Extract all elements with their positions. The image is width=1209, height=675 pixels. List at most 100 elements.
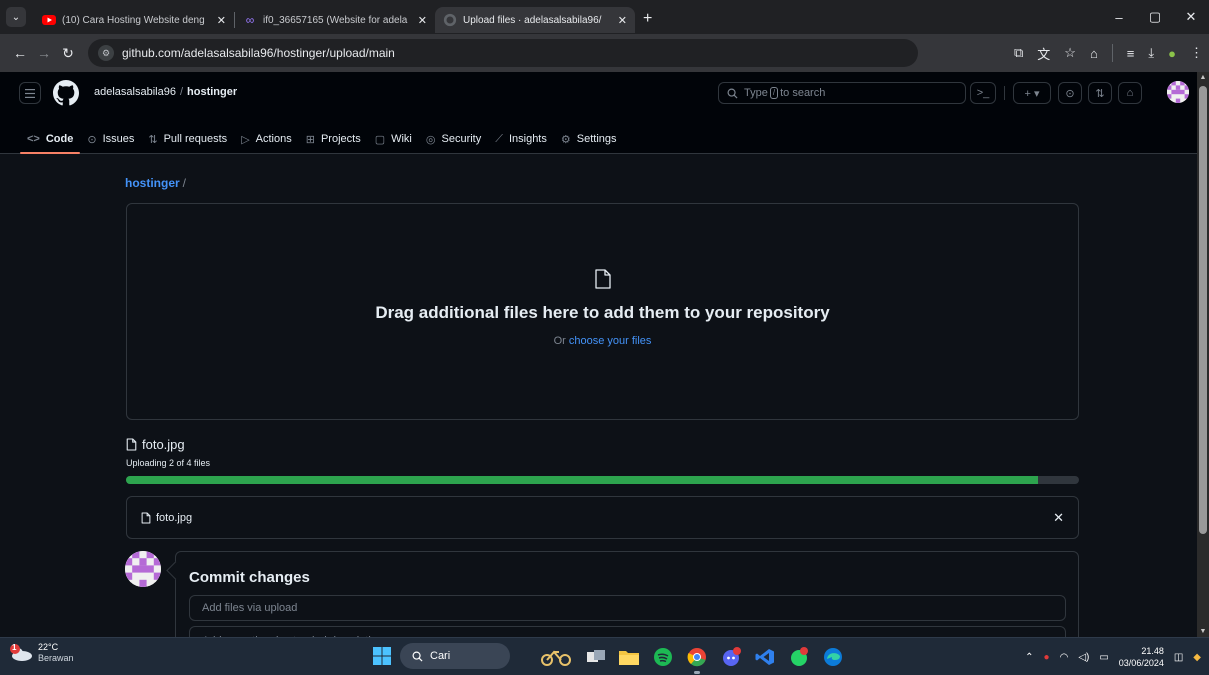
github-icon <box>443 13 457 27</box>
inbox-icon: ⌂ <box>1126 87 1134 99</box>
scrollbar-thumb[interactable] <box>1199 86 1207 534</box>
avatar[interactable] <box>1167 81 1189 103</box>
scroll-down-arrow-icon[interactable]: ▼ <box>1197 628 1209 635</box>
bookmark-star-icon[interactable]: ☆ <box>1064 45 1076 61</box>
running-indicator <box>694 671 700 674</box>
file-drop-zone[interactable]: Drag additional files here to add them t… <box>126 203 1079 420</box>
repo-name-link[interactable]: hostinger <box>187 86 237 98</box>
tab-actions[interactable]: ▷ Actions <box>234 124 299 154</box>
tab-projects[interactable]: ⊞ Projects <box>299 124 368 154</box>
play-icon: ▷ <box>241 133 250 146</box>
inbox-button[interactable]: ⌂ <box>1118 82 1142 104</box>
browser-tab[interactable]: ∞ if0_36657165 (Website for adela ✕ <box>235 7 435 33</box>
file-icon <box>141 512 151 524</box>
browser-extensions: ⧉ 文 ☆ ⌂ ≡ ⤓ ● ⋮ <box>1014 34 1203 72</box>
close-tab-icon[interactable]: ✕ <box>418 14 427 27</box>
tab-pull-requests[interactable]: ⇅ Pull requests <box>141 124 234 154</box>
wifi-icon[interactable]: ◠ <box>1060 652 1069 663</box>
weather-text: 22°C Berawan <box>38 642 74 664</box>
tab-label: Issues <box>102 133 135 145</box>
clock-time: 21.48 <box>1141 646 1164 656</box>
pull-request-icon: ⇅ <box>148 133 158 146</box>
command-palette-button[interactable]: >_ <box>970 82 996 104</box>
bike-app-icon[interactable] <box>538 646 574 668</box>
pull-requests-button[interactable]: ⇅ <box>1088 82 1112 104</box>
reading-list-icon[interactable]: ≡ <box>1127 46 1135 61</box>
copilot-icon[interactable]: ◆ <box>1193 652 1201 663</box>
tab-issues[interactable]: ⊙ Issues <box>80 124 141 154</box>
close-tab-icon[interactable]: ✕ <box>618 14 627 27</box>
clock-date: 03/06/2024 <box>1118 658 1164 668</box>
drop-zone-subtitle: Or choose your files <box>127 335 1078 347</box>
volume-icon[interactable]: ◁) <box>1078 652 1089 663</box>
page-scrollbar[interactable]: ▲ ▼ <box>1197 72 1209 637</box>
restore-button[interactable]: ▢ <box>1137 9 1173 25</box>
breadcrumb-repo-link[interactable]: hostinger <box>125 176 180 190</box>
browser-tab-active[interactable]: Upload files · adelasalsabila96/ ✕ <box>435 7 635 33</box>
profile-icon[interactable]: ● <box>1168 46 1176 61</box>
forward-arrow-icon[interactable]: → <box>32 45 56 61</box>
tab-wiki[interactable]: ▢ Wiki <box>368 124 419 154</box>
remove-file-close-icon[interactable]: ✕ <box>1053 510 1064 526</box>
chevron-up-icon[interactable]: ⌃ <box>1025 652 1033 663</box>
address-bar[interactable]: ⚙ github.com/adelasalsabila96/hostinger/… <box>88 39 918 67</box>
issue-icon: ⊙ <box>87 133 97 146</box>
whatsapp-icon[interactable] <box>788 646 810 668</box>
browser-tab-title: Upload files · adelasalsabila96/ <box>463 14 602 26</box>
github-logo-icon[interactable] <box>53 80 79 106</box>
extensions-icon[interactable]: ⌂ <box>1090 46 1098 61</box>
commit-summary-input[interactable]: Add files via upload <box>189 595 1066 621</box>
tab-insights[interactable]: ⟋ Insights <box>488 124 554 154</box>
search-input[interactable]: Type / to search <box>718 82 966 104</box>
battery-icon[interactable]: ▭ <box>1099 652 1108 663</box>
minimize-button[interactable]: – <box>1101 10 1137 25</box>
tray-app-icon[interactable]: ● <box>1044 652 1050 663</box>
back-arrow-icon[interactable]: ← <box>8 45 32 61</box>
vscode-icon[interactable] <box>754 646 776 668</box>
identicon-icon <box>1167 81 1189 103</box>
issues-button[interactable]: ⊙ <box>1058 82 1082 104</box>
file-icon <box>594 269 612 289</box>
uploading-file-name: foto.jpg <box>142 437 185 452</box>
commit-form: Commit changes Add files via upload Add … <box>175 551 1079 651</box>
create-new-button[interactable]: + ▾ <box>1013 82 1051 104</box>
download-icon[interactable]: ⤓ <box>1148 45 1154 61</box>
taskbar-search[interactable]: Cari <box>400 643 510 669</box>
task-view-icon[interactable] <box>585 646 607 668</box>
tab-label: Pull requests <box>163 133 228 145</box>
issue-circle-icon: ⊙ <box>1065 87 1075 100</box>
reload-icon[interactable]: ↻ <box>56 45 80 62</box>
discord-icon[interactable] <box>720 646 742 668</box>
chrome-icon[interactable] <box>686 646 708 674</box>
weather-widget[interactable]: 1 22°C Berawan <box>8 642 74 664</box>
breadcrumb: hostinger / <box>125 176 186 190</box>
file-explorer-icon[interactable] <box>618 646 640 668</box>
new-tab-button[interactable]: + <box>643 10 652 28</box>
notification-icon[interactable]: ◫ <box>1174 652 1183 663</box>
menu-dots-icon[interactable]: ⋮ <box>1190 45 1203 61</box>
browser-toolbar: ← → ↻ ⚙ github.com/adelasalsabila96/host… <box>0 34 1209 72</box>
pull-request-icon: ⇅ <box>1095 87 1105 100</box>
cast-icon[interactable]: ⧉ <box>1014 45 1023 61</box>
tab-security[interactable]: ◎ Security <box>419 124 488 154</box>
repo-owner-link[interactable]: adelasalsabila96 <box>94 86 176 98</box>
scroll-up-arrow-icon[interactable]: ▲ <box>1197 74 1209 81</box>
choose-files-link[interactable]: choose your files <box>569 335 652 347</box>
tab-search-button[interactable]: ⌄ <box>6 7 26 27</box>
drop-zone-or: Or <box>553 335 566 347</box>
site-info-icon[interactable]: ⚙ <box>98 45 114 61</box>
tab-code[interactable]: <> Code <box>20 124 81 154</box>
clock[interactable]: 21.48 03/06/2024 <box>1119 645 1164 669</box>
browser-tab[interactable]: (10) Cara Hosting Website deng ✕ <box>34 7 234 33</box>
spotify-icon[interactable] <box>652 646 674 668</box>
edge-icon[interactable] <box>822 646 844 668</box>
uploading-file: foto.jpg <box>126 437 185 452</box>
close-tab-icon[interactable]: ✕ <box>217 14 226 27</box>
hamburger-menu-button[interactable] <box>19 82 41 104</box>
start-button[interactable] <box>373 647 391 665</box>
browser-tab-title: (10) Cara Hosting Website deng <box>62 14 205 26</box>
system-tray: ⌃ ● ◠ ◁) ▭ 21.48 03/06/2024 ◫ ◆ <box>1025 642 1201 672</box>
tab-settings[interactable]: ⚙ Settings <box>554 124 624 154</box>
translate-icon[interactable]: 文 <box>1037 44 1050 63</box>
close-window-button[interactable]: ✕ <box>1173 9 1209 25</box>
